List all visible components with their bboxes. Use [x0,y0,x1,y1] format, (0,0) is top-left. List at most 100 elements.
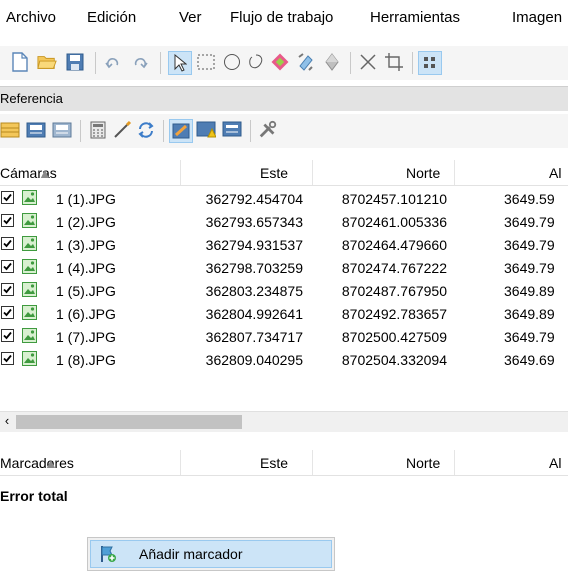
toolbar-separator [350,52,351,74]
add-marker-label: Añadir marcador [139,546,243,562]
cell-altitud: 3649.59 [504,191,555,207]
column-divider [180,160,181,185]
camera-enabled-checkbox[interactable] [1,352,14,365]
table-row[interactable]: 1 (1).JPG 362792.454704 8702457.101210 3649… [0,187,568,210]
camera-image-icon [22,213,37,228]
toolbar-separator [160,52,161,74]
view-source-icon[interactable] [169,119,193,143]
menu-flujo-de-trabajo[interactable]: Flujo de trabajo [230,9,333,26]
cell-norte: 8702461.005336 [341,214,447,230]
column-divider [454,450,455,475]
calculator-icon[interactable] [88,120,108,140]
camera-enabled-checkbox[interactable] [1,306,14,319]
camera-label: 1 (4).JPG [56,260,116,276]
cell-este: 362809.040295 [205,352,303,368]
navigation-icon[interactable] [322,52,342,72]
main-toolbar [0,46,568,80]
add-marker-menu-item[interactable]: Añadir marcador [90,540,332,568]
menu-edicion[interactable]: Edición [87,9,136,26]
horizontal-scrollbar[interactable]: ‹ [0,411,568,432]
camera-label: 1 (3).JPG [56,237,116,253]
reference-toolbar [0,114,568,148]
reference-panel-header: Referencia [0,86,568,111]
menu-ver[interactable]: Ver [179,9,202,26]
cell-altitud: 3649.79 [504,329,555,345]
column-header-este[interactable]: Este [260,455,288,471]
column-header-norte[interactable]: Norte [406,165,440,181]
column-header-este[interactable]: Este [260,165,288,181]
grid-icon[interactable] [418,51,442,75]
table-row[interactable]: 1 (7).JPG 362807.734717 8702500.427509 3649… [0,325,568,348]
table-row[interactable]: 1 (8).JPG 362809.040295 8702504.332094 3649… [0,348,568,371]
rectangle-select-icon[interactable] [196,52,216,72]
table-row[interactable]: 1 (2).JPG 362793.657343 8702461.005336 3649… [0,210,568,233]
cell-este: 362807.734717 [205,329,303,345]
camera-label: 1 (8).JPG [56,352,116,368]
scroll-left-icon[interactable]: ‹ [0,413,14,428]
cell-norte: 8702492.783657 [341,306,447,322]
column-header-altitud[interactable]: Al [549,455,561,471]
toolbar-separator [163,120,164,142]
delete-icon[interactable] [358,52,378,72]
sort-up-icon: ▲ [38,165,52,181]
camera-enabled-checkbox[interactable] [1,214,14,227]
table-row[interactable]: 1 (5).JPG 362803.234875 8702487.767950 3649… [0,279,568,302]
scrollbar-thumb[interactable] [16,415,242,429]
sort-up-icon: ▲ [44,455,58,471]
view-estimated-icon[interactable] [222,120,242,140]
camera-image-icon [22,351,37,366]
error-total-label: Error total [0,488,68,504]
table-row[interactable]: 1 (3).JPG 362794.931537 8702464.479660 3649… [0,233,568,256]
pointer-select-icon[interactable] [168,51,192,75]
column-header-norte[interactable]: Norte [406,455,440,471]
redo-icon[interactable] [130,53,150,73]
import-reference-icon[interactable] [0,120,20,140]
cell-norte: 8702487.767950 [341,283,447,299]
export-reference-icon[interactable] [26,120,46,140]
settings-tools-icon[interactable] [258,120,278,140]
camera-label: 1 (1).JPG [56,191,116,207]
table-row[interactable]: 1 (4).JPG 362798.703259 8702474.767222 3649… [0,256,568,279]
circle-select-icon[interactable] [222,52,242,72]
toolbar-separator [80,120,81,142]
wand-icon[interactable] [112,120,132,140]
cell-este: 362804.992641 [205,306,303,322]
cell-altitud: 3649.89 [504,283,555,299]
new-document-icon[interactable] [10,52,30,72]
toolbar-separator [95,52,96,74]
save-icon[interactable] [65,52,85,72]
undo-icon[interactable] [103,53,123,73]
menu-imagen[interactable]: Imagen [512,9,562,26]
cell-este: 362794.931537 [205,237,303,253]
cell-norte: 8702504.332094 [341,352,447,368]
cell-altitud: 3649.89 [504,306,555,322]
convert-reference-icon[interactable] [52,120,72,140]
toolbar-separator [250,120,251,142]
camera-image-icon [22,190,37,205]
crop-icon[interactable] [384,52,404,72]
toolbar-separator [412,52,413,74]
camera-enabled-checkbox[interactable] [1,260,14,273]
view-errors-icon[interactable] [196,120,216,140]
camera-label: 1 (6).JPG [56,306,116,322]
free-form-select-icon[interactable] [246,52,266,72]
table-row[interactable]: 1 (6).JPG 362804.992641 8702492.783657 3649… [0,302,568,325]
cell-este: 362798.703259 [205,260,303,276]
camera-image-icon [22,305,37,320]
camera-enabled-checkbox[interactable] [1,329,14,342]
camera-label: 1 (5).JPG [56,283,116,299]
cell-altitud: 3649.69 [504,352,555,368]
camera-enabled-checkbox[interactable] [1,191,14,204]
camera-enabled-checkbox[interactable] [1,237,14,250]
cell-este: 362803.234875 [205,283,303,299]
column-header-marcadores[interactable]: Marcadores [0,455,74,471]
menu-herramientas[interactable]: Herramientas [370,9,460,26]
resize-region-icon[interactable] [270,52,290,72]
menu-archivo[interactable]: Archivo [6,9,56,26]
menu-bar: Archivo Edición Ver Flujo de trabajo Her… [0,0,568,34]
camera-enabled-checkbox[interactable] [1,283,14,296]
update-icon[interactable] [136,120,156,140]
column-header-altitud[interactable]: Al [549,165,561,181]
rotate-region-icon[interactable] [296,52,316,72]
open-folder-icon[interactable] [37,52,57,72]
